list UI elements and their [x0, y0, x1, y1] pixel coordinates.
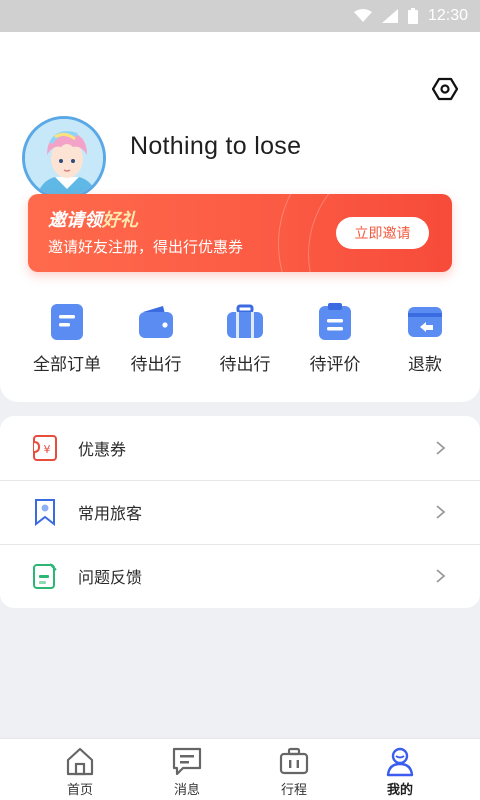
order-all[interactable]: 全部订单 [22, 302, 112, 375]
anime-avatar-image [25, 119, 103, 197]
svg-text:¥: ¥ [44, 443, 51, 456]
wifi-icon [353, 9, 372, 22]
feedback-icon [33, 563, 57, 589]
profile-icon [386, 747, 414, 777]
order-pending-review[interactable]: 待评价 [290, 302, 380, 375]
invite-banner[interactable]: 邀请领好礼 邀请好友注册，得出行优惠券 立即邀请 [28, 194, 452, 272]
bookmark-icon [35, 499, 55, 526]
menu-item-coupons-label: 优惠券 [78, 440, 127, 459]
coupon-icon: ¥ [33, 435, 57, 461]
bottom-nav: 首页 消息 行程 我的 [0, 738, 480, 800]
invite-title-part2: 好礼 [102, 210, 138, 231]
menu-item-feedback-label: 问题反馈 [78, 568, 143, 587]
menu-item-frequent-travelers-label: 常用旅客 [78, 504, 143, 523]
nav-messages-label: 消息 [173, 783, 200, 798]
menu-item-frequent-travelers[interactable]: 常用旅客 [0, 480, 480, 544]
order-list-icon [51, 304, 83, 340]
invite-title-part1: 邀请领 [48, 210, 102, 231]
chevron-right-icon [436, 505, 446, 519]
clipboard-icon [319, 303, 351, 340]
order-pending-travel-2[interactable]: 待出行 [200, 302, 290, 375]
order-pending-travel-2-label: 待出行 [219, 355, 271, 375]
order-refund[interactable]: 退款 [380, 302, 470, 375]
order-pending-travel-label: 待出行 [130, 355, 182, 375]
battery-icon [407, 8, 418, 24]
nav-home[interactable]: 首页 [40, 745, 120, 798]
nav-trips[interactable]: 行程 [254, 745, 334, 798]
nav-home-label: 首页 [66, 783, 93, 798]
menu-item-feedback[interactable]: 问题反馈 [0, 544, 480, 608]
nav-trips-label: 行程 [280, 783, 307, 798]
settings-button[interactable] [430, 74, 460, 104]
message-icon [172, 747, 202, 776]
hexagon-settings-icon [432, 77, 458, 101]
refund-icon [408, 307, 442, 337]
profile-card: Nothing to lose 邀请领好礼 邀请好友注册，得出行优惠券 立即邀请… [0, 32, 480, 402]
status-time: 12:30 [427, 7, 468, 24]
nav-profile[interactable]: 我的 [360, 745, 440, 798]
trip-icon [279, 747, 309, 775]
suitcase-icon [227, 304, 263, 338]
menu-card: ¥ 优惠券 常用旅客 问题反馈 [0, 416, 480, 608]
username: Nothing to lose [130, 132, 302, 160]
menu-item-coupons[interactable]: ¥ 优惠券 [0, 416, 480, 480]
order-pending-travel[interactable]: 待出行 [111, 302, 201, 375]
wallet-icon [139, 306, 173, 338]
chevron-right-icon [436, 569, 446, 583]
nav-messages[interactable]: 消息 [147, 745, 227, 798]
status-bar: 12:30 [0, 0, 480, 32]
order-pending-review-label: 待评价 [309, 355, 361, 375]
chevron-right-icon [436, 441, 446, 455]
invite-title: 邀请领好礼 [48, 206, 138, 232]
order-refund-label: 退款 [408, 355, 442, 375]
avatar[interactable] [22, 116, 106, 200]
signal-icon [381, 9, 398, 23]
home-icon [66, 747, 94, 776]
order-all-label: 全部订单 [33, 355, 101, 375]
nav-profile-label: 我的 [386, 783, 413, 798]
order-shortcuts: 全部订单 待出行 待出行 待评价 退款 [0, 302, 480, 382]
invite-now-button[interactable]: 立即邀请 [336, 217, 429, 249]
invite-subtitle: 邀请好友注册，得出行优惠券 [48, 238, 244, 256]
